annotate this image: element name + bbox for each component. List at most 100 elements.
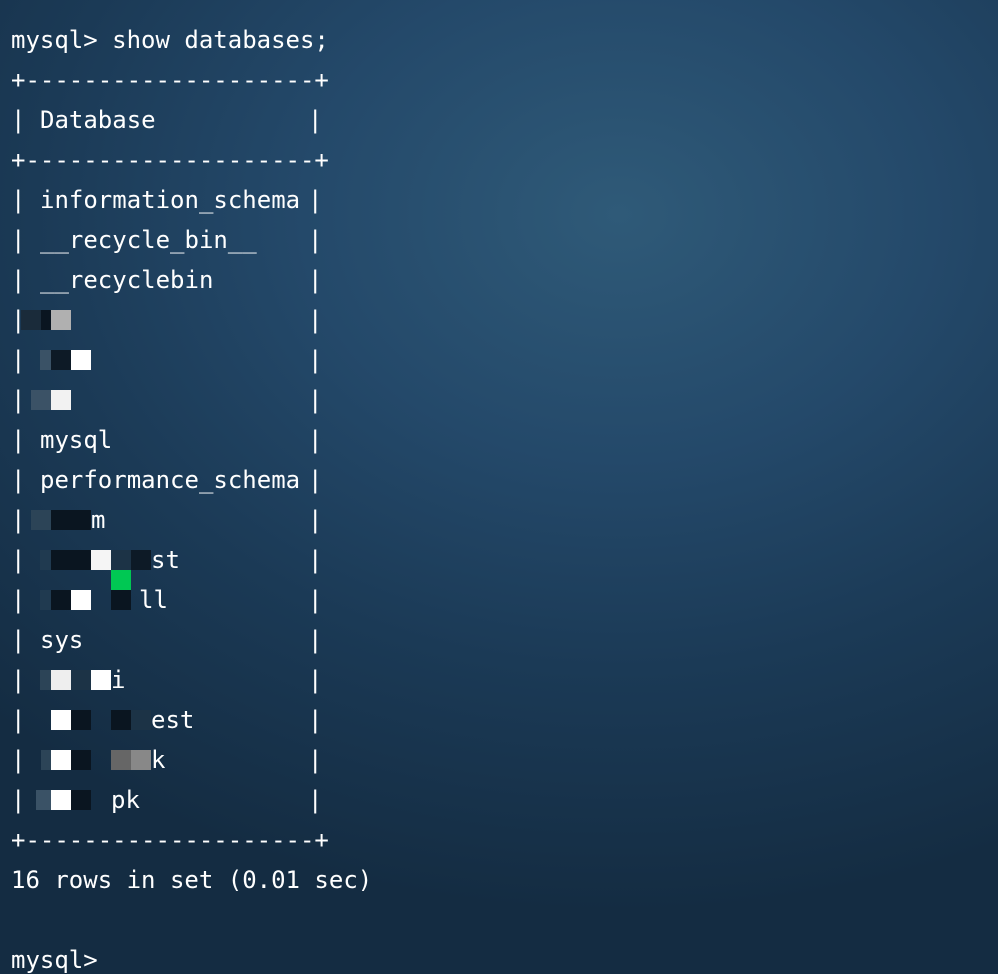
redacted-mask [11,710,171,730]
header-right-pipe: | [308,106,323,134]
row-left-pipe: | [11,226,26,254]
table-row: | sys | [11,620,323,660]
database-name-partial: m [91,506,106,534]
redacted-block [31,390,51,410]
table-row: | pk | [11,780,323,820]
table-bottom-border: +--------------------+ [11,826,329,854]
redacted-block [71,670,91,690]
header-label: Database [40,106,156,134]
redacted-block [51,750,71,770]
redacted-block [21,310,41,330]
database-name: mysql [40,426,113,454]
database-name: information_schema [40,186,301,214]
redacted-block [51,350,71,370]
database-name: performance_schema [40,466,301,494]
redacted-block [71,550,91,570]
terminal-window[interactable]: mysql> show databases; +----------------… [11,0,991,974]
table-header-row: | Database | [11,100,323,140]
database-name: __recyclebin [40,266,214,294]
table-row: | i | [11,660,323,700]
redacted-block [51,550,71,570]
redacted-block [71,350,91,370]
table-row: | | [11,300,323,340]
row-right-pipe: | [308,506,323,534]
row-left-pipe: | [11,426,26,454]
redacted-block [51,790,71,810]
redacted-block [51,590,71,610]
table-row: | ll | [11,570,323,620]
table-row: | __recyclebin | [11,260,323,300]
redacted-block [131,550,151,570]
table-row: | | [11,340,323,380]
row-right-pipe: | [308,706,323,734]
redacted-mask [11,350,171,370]
table-row: | performance_schema | [11,460,323,500]
database-name: sys [40,626,84,654]
row-left-pipe: | [11,466,26,494]
database-name-partial: est [151,706,195,734]
table-header-border: +--------------------+ [11,146,329,174]
row-right-pipe: | [308,786,323,814]
redacted-block [111,550,131,570]
table-row: | information_schema | [11,180,323,220]
redacted-block [71,710,91,730]
redacted-block [111,590,131,610]
redacted-block [31,510,51,530]
row-right-pipe: | [308,626,323,654]
redacted-block [111,750,131,770]
database-name-partial: i [111,666,126,694]
row-right-pipe: | [308,186,323,214]
redacted-block [51,710,71,730]
redacted-mask [11,750,171,770]
table-row: | __recycle_bin__ | [11,220,323,260]
database-name: __recycle_bin__ [40,226,257,254]
database-name-partial: ll [139,586,168,614]
row-left-pipe: | [11,266,26,294]
redacted-block [51,670,71,690]
database-name-partial: pk [111,786,140,814]
redacted-mask [11,310,171,330]
table-row: | | [11,380,323,420]
row-left-pipe: | [11,626,26,654]
redacted-block [91,670,111,690]
row-right-pipe: | [308,586,323,614]
row-right-pipe: | [308,306,323,334]
row-right-pipe: | [308,346,323,374]
redacted-block [51,310,71,330]
command-line: mysql> show databases; [11,26,329,54]
table-row: | est | [11,700,323,740]
redacted-block [111,710,131,730]
redacted-mask [11,550,171,570]
redacted-mask [11,790,171,810]
row-right-pipe: | [308,666,323,694]
result-summary: 16 rows in set (0.01 sec) [11,866,373,894]
table-row: | mysql | [11,420,323,460]
final-prompt[interactable]: mysql> [11,940,98,974]
table-row: | m | [11,500,323,540]
row-right-pipe: | [308,546,323,574]
redacted-mask [11,390,171,410]
table-row: | k | [11,740,323,780]
redacted-block [91,550,111,570]
redacted-block [111,570,131,590]
row-right-pipe: | [308,746,323,774]
redacted-block [71,750,91,770]
table-row: | st | [11,540,323,580]
redacted-block [51,510,71,530]
header-left-pipe: | [11,106,26,134]
database-name-partial: k [151,746,166,774]
row-left-pipe: | [11,186,26,214]
row-right-pipe: | [308,466,323,494]
redacted-block [71,790,91,810]
row-right-pipe: | [308,226,323,254]
redacted-block [71,510,91,530]
redacted-mask [11,670,171,690]
redacted-block [71,590,91,610]
row-right-pipe: | [308,266,323,294]
row-right-pipe: | [308,386,323,414]
redacted-block [131,710,151,730]
redacted-block [131,750,151,770]
database-name-partial: st [151,546,180,574]
table-top-border: +--------------------+ [11,66,329,94]
row-right-pipe: | [308,426,323,454]
